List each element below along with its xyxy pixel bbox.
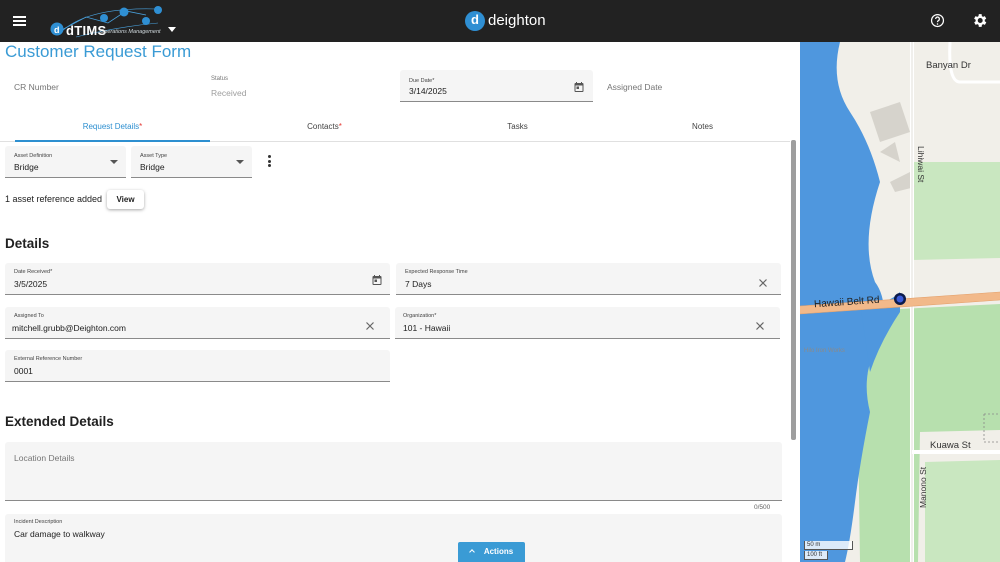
organization-field[interactable]: Organization* 101 - Hawaii bbox=[395, 307, 780, 339]
assigned-to-field[interactable]: Assigned To mitchell.grubb@Deighton.com bbox=[5, 307, 390, 339]
settings-gear-icon[interactable] bbox=[971, 12, 988, 29]
organization-label: Organization bbox=[403, 313, 435, 319]
due-date-value: 3/14/2025 bbox=[409, 86, 447, 96]
asset-definition-value: Bridge bbox=[14, 162, 39, 172]
assigned-date-field[interactable]: Assigned Date bbox=[607, 82, 662, 92]
status-value: Received bbox=[211, 88, 247, 98]
due-date-label: Due Date bbox=[409, 78, 433, 84]
external-reference-value: 0001 bbox=[14, 366, 33, 376]
expected-response-time-value: 7 Days bbox=[405, 279, 432, 289]
help-icon[interactable] bbox=[930, 13, 945, 28]
clear-icon[interactable] bbox=[755, 318, 765, 330]
asset-reference-count: 1 asset reference added bbox=[5, 194, 103, 204]
status-label: Status bbox=[211, 76, 229, 82]
clear-icon[interactable] bbox=[758, 275, 768, 287]
asset-type-label: Asset Type bbox=[140, 153, 168, 159]
form-tabs: Request Details* Contacts* Tasks Notes bbox=[0, 115, 790, 142]
location-details-counter: 0/500 bbox=[754, 504, 771, 511]
map-label-lihiwai: Lihiwai St bbox=[916, 146, 926, 183]
more-options-icon[interactable] bbox=[267, 155, 273, 167]
app-subtitle: Operations Management bbox=[100, 29, 161, 35]
assigned-date-label: Assigned Date bbox=[607, 82, 663, 92]
tab-tasks[interactable]: Tasks bbox=[420, 115, 615, 142]
map-label-banyan: Banyan Dr bbox=[926, 60, 971, 71]
chevron-down-icon bbox=[236, 160, 244, 164]
incident-description-value: Car damage to walkway bbox=[14, 529, 105, 539]
incident-description-label: Incident Description bbox=[14, 519, 63, 525]
date-received-calendar-icon[interactable] bbox=[371, 273, 383, 285]
map-scale-metric: 50 m bbox=[804, 541, 853, 550]
asset-type-value: Bridge bbox=[140, 162, 165, 172]
due-date-calendar-icon[interactable] bbox=[573, 80, 585, 92]
external-reference-field[interactable]: External Reference Number 0001 bbox=[5, 350, 390, 382]
chevron-down-icon bbox=[110, 160, 118, 164]
asset-definition-label: Asset Definition bbox=[14, 153, 53, 159]
status-field: Status Received bbox=[211, 76, 246, 98]
map-view[interactable]: Banyan Dr Lihiwai St Hawaii Belt Rd Hilo… bbox=[800, 42, 1000, 562]
date-received-value: 3/5/2025 bbox=[14, 279, 48, 289]
chevron-up-icon bbox=[468, 549, 475, 555]
details-heading: Details bbox=[5, 236, 50, 251]
app-switcher-caret-icon[interactable] bbox=[168, 27, 176, 32]
asset-type-select[interactable]: Asset Type Bridge bbox=[131, 146, 252, 178]
cr-number-label: CR Number bbox=[14, 82, 59, 92]
incident-description-field[interactable]: Incident Description Car damage to walkw… bbox=[5, 514, 782, 562]
tab-contacts[interactable]: Contacts* bbox=[227, 115, 422, 142]
organization-value: 101 - Hawaii bbox=[403, 323, 451, 333]
actions-button[interactable]: Actions bbox=[458, 542, 525, 562]
customer-request-form: Customer Request Form CR Number Status R… bbox=[0, 42, 800, 562]
expected-response-time-label: Expected Response Time bbox=[405, 269, 468, 275]
expected-response-time-field[interactable]: Expected Response Time 7 Days bbox=[396, 263, 781, 295]
svg-text:d: d bbox=[54, 25, 60, 35]
form-scrollbar[interactable] bbox=[791, 140, 796, 440]
top-bar: d dTIMS Operations Management d deighton bbox=[0, 0, 1000, 42]
extended-details-heading: Extended Details bbox=[5, 414, 114, 429]
tab-request-details[interactable]: Request Details* bbox=[15, 115, 210, 142]
location-details-placeholder: Location Details bbox=[14, 453, 75, 463]
view-assets-button[interactable]: View bbox=[107, 190, 144, 209]
tab-notes[interactable]: Notes bbox=[605, 115, 800, 142]
date-received-field[interactable]: Date Received* 3/5/2025 bbox=[5, 263, 390, 295]
due-date-field[interactable]: Due Date* 3/14/2025 bbox=[400, 70, 593, 102]
map-label-hilo-iron: Hilo Iron Works bbox=[804, 348, 845, 354]
clear-icon[interactable] bbox=[365, 318, 375, 330]
map-label-manono: Manono St bbox=[918, 466, 928, 508]
hamburger-menu-icon[interactable] bbox=[10, 10, 32, 32]
assigned-to-value: mitchell.grubb@Deighton.com bbox=[12, 323, 126, 333]
page-title: Customer Request Form bbox=[5, 42, 192, 61]
brand-name: deighton bbox=[488, 12, 546, 29]
external-reference-label: External Reference Number bbox=[14, 356, 83, 362]
deighton-logo-icon: d bbox=[465, 11, 485, 31]
asset-definition-select[interactable]: Asset Definition Bridge bbox=[5, 146, 126, 178]
location-details-textarea[interactable]: Location Details bbox=[5, 442, 782, 501]
assigned-to-label: Assigned To bbox=[14, 313, 44, 319]
date-received-label: Date Received bbox=[14, 269, 51, 275]
cr-number-field[interactable]: CR Number bbox=[14, 82, 59, 92]
map-label-kuawa: Kuawa St bbox=[930, 440, 971, 451]
map-scale-imperial: 100 ft bbox=[804, 551, 828, 560]
